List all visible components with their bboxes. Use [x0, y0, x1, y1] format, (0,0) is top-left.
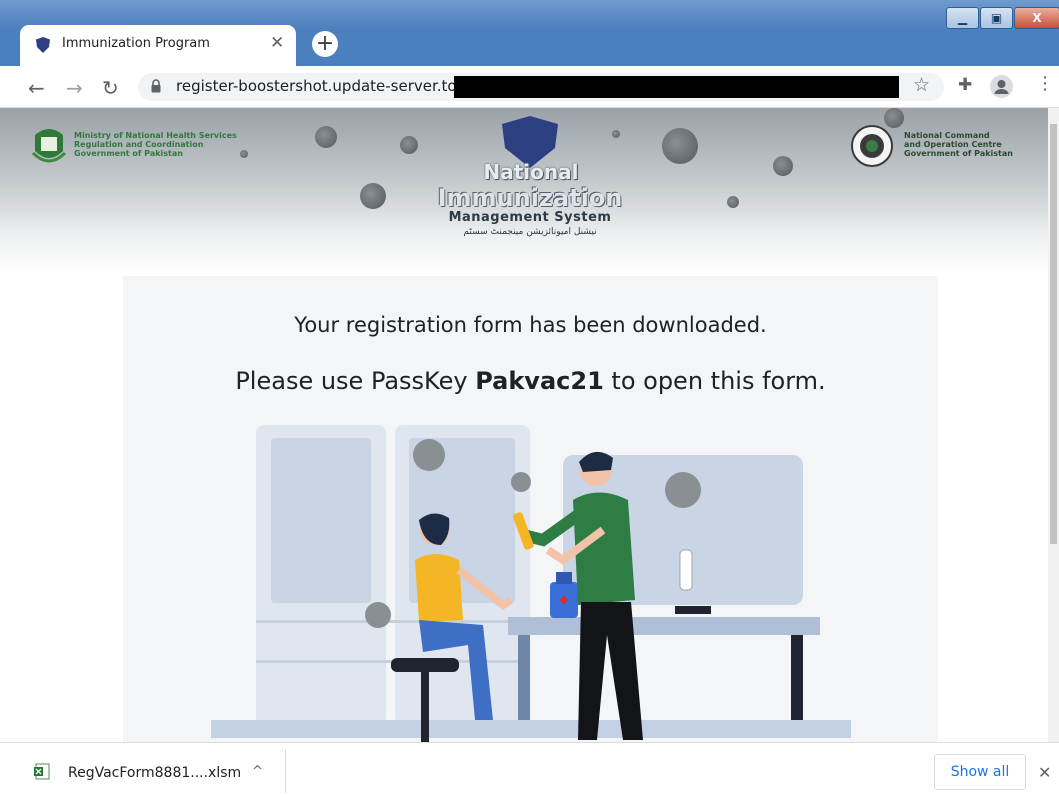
kebab-menu-icon[interactable]: ⋮	[1036, 73, 1054, 94]
brand-title-national: National	[483, 160, 579, 184]
reload-icon[interactable]: ↻	[102, 76, 119, 100]
ncoc-text: National Command and Operation Centre Go…	[904, 131, 1013, 158]
brand-subtitle: Management System	[448, 210, 612, 225]
download-bar-close-icon[interactable]: ✕	[1038, 763, 1051, 782]
passkey-value: Pakvac21	[475, 367, 604, 395]
pakistan-emblem-icon	[31, 129, 67, 163]
lock-icon[interactable]	[151, 79, 161, 93]
forward-icon[interactable]: →	[66, 76, 83, 100]
brand-title-immunization: Immunization	[437, 184, 623, 212]
passkey-message: Please use PassKey Pakvac21 to open this…	[235, 367, 826, 395]
chevron-up-icon[interactable]: ^	[252, 764, 263, 779]
tab-title: Immunization Program	[62, 36, 210, 51]
new-tab-button[interactable]: +	[312, 31, 338, 57]
back-icon[interactable]: ←	[28, 76, 45, 100]
ncoc-logo-icon	[851, 125, 893, 167]
window-close-button[interactable]: X	[1014, 7, 1059, 29]
shield-favicon-icon	[36, 37, 50, 53]
maximize-button[interactable]: ▣	[980, 7, 1013, 29]
vaccination-illustration	[211, 425, 851, 742]
tab-close-icon[interactable]: ✕	[270, 33, 284, 53]
ministry-text: Ministry of National Health Services Reg…	[74, 131, 237, 158]
download-file-name[interactable]: RegVacForm8881....xlsm	[68, 765, 241, 781]
download-divider	[285, 749, 286, 793]
brand-urdu: نیشنل امیونائزیشن مینجمنٹ سسٹم	[463, 227, 597, 237]
minimize-button[interactable]: ▁	[946, 7, 979, 29]
download-message: Your registration form has been download…	[294, 313, 767, 337]
scrollbar-thumb[interactable]	[1050, 124, 1057, 544]
bookmark-star-icon[interactable]: ☆	[913, 74, 930, 96]
profile-avatar-icon[interactable]	[990, 75, 1013, 98]
excel-file-icon[interactable]	[34, 763, 50, 780]
redaction-bar	[454, 76, 899, 98]
url-text[interactable]: register-boostershot.update-server.top	[176, 77, 466, 95]
window-controls: ▁ ▣ X	[946, 7, 1059, 31]
show-all-button[interactable]: Show all	[934, 754, 1026, 790]
extensions-puzzle-icon[interactable]: ✚	[958, 75, 972, 95]
